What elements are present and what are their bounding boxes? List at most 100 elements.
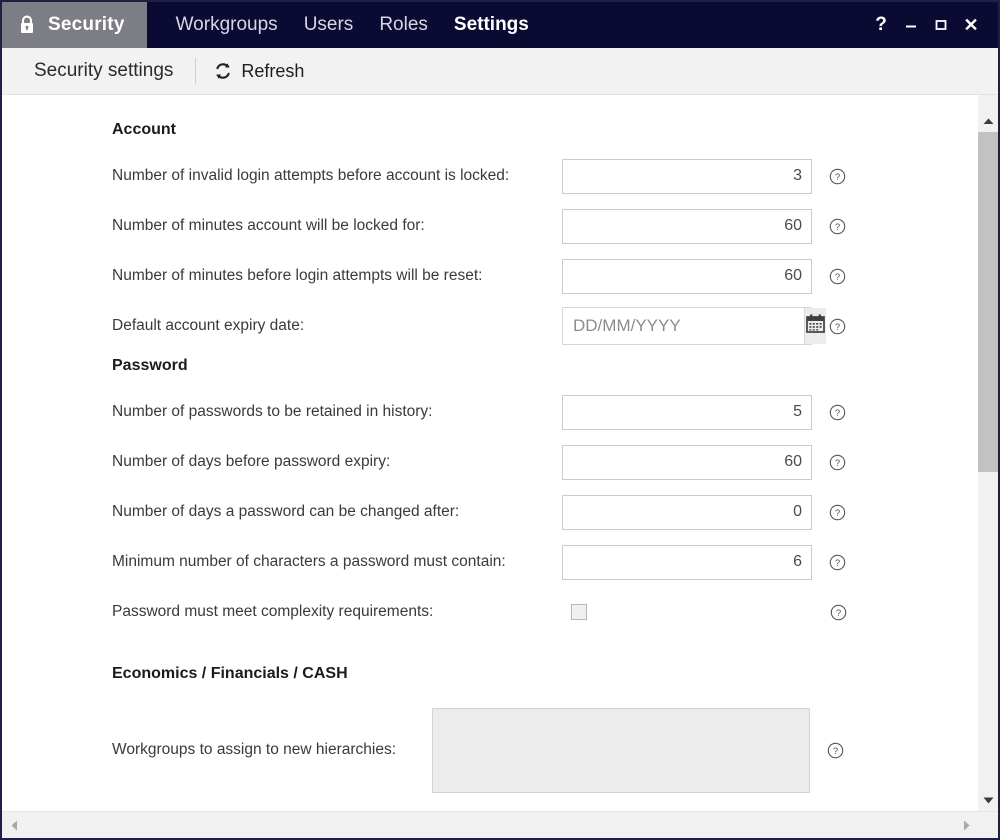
invalid-login-attempts-input[interactable] [562, 158, 812, 194]
nav-tabs: Workgroups Users Roles Settings [147, 2, 542, 48]
vertical-scrollbar[interactable] [977, 95, 998, 811]
field-wrap: ? [562, 307, 846, 345]
workgroups-selector[interactable] [432, 707, 810, 793]
tab-workgroups[interactable]: Workgroups [163, 2, 291, 48]
help-icon[interactable]: ? [829, 504, 846, 521]
chevron-right-icon [963, 820, 970, 831]
scroll-left-button[interactable] [2, 812, 26, 838]
help-icon[interactable]: ? [829, 404, 846, 421]
field-wrap: ? [562, 208, 846, 244]
svg-text:?: ? [835, 222, 840, 233]
field-wrap: ? [562, 444, 846, 480]
field-wrap: ? [562, 258, 846, 294]
svg-text:?: ? [835, 408, 840, 419]
setting-label: Default account expiry date: [112, 317, 305, 334]
scrollbar-corner [978, 812, 998, 838]
horizontal-scroll-track[interactable] [26, 812, 954, 838]
setting-row-password-complexity: Password must meet complexity requiremen… [2, 587, 977, 637]
app-tab-label: Security [48, 14, 125, 35]
help-button[interactable]: ? [866, 2, 896, 48]
help-icon[interactable]: ? [827, 742, 844, 759]
setting-label: Workgroups to assign to new hierarchies: [112, 741, 397, 758]
setting-label: Number of minutes before login attempts … [112, 267, 483, 284]
password-complexity-checkbox[interactable] [571, 604, 587, 620]
field-wrap: ? [562, 604, 847, 621]
setting-label: Password must meet complexity requiremen… [112, 603, 434, 620]
help-icon[interactable]: ? [829, 454, 846, 471]
setting-row-invalid-login-attempts: Number of invalid login attempts before … [2, 151, 977, 201]
setting-label: Minimum number of characters a password … [112, 553, 506, 570]
field-wrap: ? [432, 707, 844, 793]
security-settings-window: Security Workgroups Users Roles Settings… [0, 0, 1000, 840]
svg-text:?: ? [835, 272, 840, 283]
password-expiry-days-input[interactable] [562, 444, 812, 480]
vertical-scroll-thumb[interactable] [978, 132, 998, 472]
settings-form: Account Number of invalid login attempts… [2, 95, 977, 805]
chevron-left-icon [11, 820, 18, 831]
password-history-input[interactable] [562, 394, 812, 430]
default-account-expiry-input[interactable] [563, 308, 804, 344]
scroll-right-button[interactable] [954, 812, 978, 838]
svg-text:?: ? [835, 558, 840, 569]
field-wrap: ? [562, 494, 846, 530]
calendar-button[interactable] [804, 308, 826, 344]
chevron-up-icon [983, 118, 994, 125]
horizontal-scrollbar[interactable] [2, 811, 998, 838]
help-icon[interactable]: ? [829, 218, 846, 235]
section-title-economics: Economics / Financials / CASH [112, 665, 348, 682]
help-icon[interactable]: ? [830, 604, 847, 621]
scrollbar-top-pad [978, 95, 998, 110]
tab-settings[interactable]: Settings [441, 2, 542, 48]
minimize-button[interactable] [896, 2, 926, 48]
setting-row-workgroups-new-hierarchies: Workgroups to assign to new hierarchies:… [2, 695, 977, 805]
window-controls: ? ✕ [866, 2, 998, 48]
setting-row-password-min-length: Minimum number of characters a password … [2, 537, 977, 587]
setting-row-password-change-after-days: Number of days a password can be changed… [2, 487, 977, 537]
help-icon[interactable]: ? [829, 168, 846, 185]
setting-row-password-history: Number of passwords to be retained in hi… [2, 387, 977, 437]
svg-text:?: ? [835, 508, 840, 519]
password-min-length-input[interactable] [562, 544, 812, 580]
setting-row-login-attempts-reset: Number of minutes before login attempts … [2, 251, 977, 301]
setting-row-lockout-minutes: Number of minutes account will be locked… [2, 201, 977, 251]
section-title-password: Password [112, 357, 188, 374]
maximize-button[interactable] [926, 2, 956, 48]
setting-label: Number of days before password expiry: [112, 453, 391, 470]
field-wrap: ? [562, 544, 846, 580]
scrollbar-bottom-track[interactable] [978, 472, 998, 789]
scroll-up-button[interactable] [978, 110, 998, 132]
setting-label: Number of minutes account will be locked… [112, 217, 425, 234]
refresh-button[interactable]: Refresh [196, 61, 322, 82]
help-icon[interactable]: ? [829, 318, 846, 335]
login-attempts-reset-input[interactable] [562, 258, 812, 294]
svg-text:?: ? [836, 608, 841, 619]
setting-row-default-account-expiry: Default account expiry date: DD/MM/YYYY … [2, 301, 977, 351]
close-button[interactable]: ✕ [956, 2, 986, 48]
lock-icon [18, 15, 36, 35]
field-wrap: ? [562, 394, 846, 430]
title-bar: Security Workgroups Users Roles Settings… [2, 2, 998, 48]
calendar-icon [805, 313, 826, 339]
toolbar: Security settings Refresh [2, 48, 998, 95]
setting-label: Number of invalid login attempts before … [112, 167, 510, 184]
help-icon[interactable]: ? [829, 268, 846, 285]
svg-text:?: ? [835, 458, 840, 469]
field-wrap: ? [562, 158, 846, 194]
app-tab-security[interactable]: Security [2, 2, 147, 48]
tab-roles[interactable]: Roles [366, 2, 441, 48]
lockout-minutes-input[interactable] [562, 208, 812, 244]
password-change-after-days-input[interactable] [562, 494, 812, 530]
scroll-down-button[interactable] [978, 789, 998, 811]
settings-scroll-region: Account Number of invalid login attempts… [2, 95, 977, 811]
date-picker-group [562, 307, 826, 345]
svg-text:?: ? [835, 322, 840, 333]
page-title: Security settings [34, 60, 174, 81]
chevron-down-icon [983, 797, 994, 804]
content-area: Account Number of invalid login attempts… [2, 95, 998, 811]
svg-text:?: ? [835, 172, 840, 183]
section-title-account: Account [112, 121, 176, 138]
refresh-label: Refresh [241, 60, 305, 81]
help-icon[interactable]: ? [829, 554, 846, 571]
tab-users[interactable]: Users [291, 2, 367, 48]
refresh-icon [214, 62, 232, 80]
